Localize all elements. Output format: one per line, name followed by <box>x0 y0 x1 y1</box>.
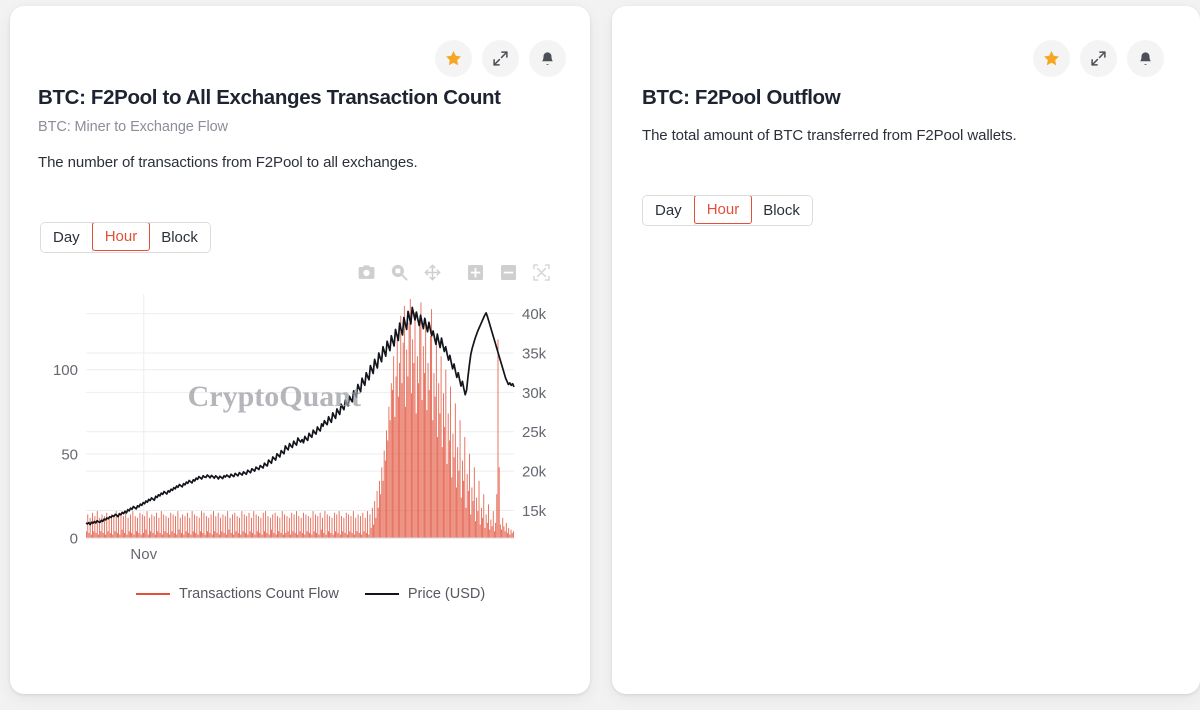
expand-button[interactable] <box>482 40 519 77</box>
card-description: The total amount of BTC transferred from… <box>642 127 1017 144</box>
legend-swatch-line-icon <box>136 593 170 595</box>
y-axis-right-tick-label: 30k <box>522 385 547 402</box>
page-title: BTC: F2Pool to All Exchanges Transaction… <box>38 86 501 110</box>
resolution-option-block[interactable]: Block <box>149 223 210 252</box>
card-description: The number of transactions from F2Pool t… <box>38 154 418 171</box>
legend-label: Transactions Count Flow <box>179 586 339 602</box>
legend-item[interactable]: Price (USD) <box>365 586 485 602</box>
card-header-actions <box>435 40 566 77</box>
y-axis-right-tick-label: 40k <box>522 306 547 323</box>
resolution-option-block[interactable]: Block <box>751 196 812 225</box>
y-axis-left-tick-label: 100 <box>53 362 78 379</box>
card-subtitle: BTC: Miner to Exchange Flow <box>38 119 228 135</box>
x-axis-tick-label: Nov <box>130 546 157 563</box>
cryptoquant-watermark: CryptoQuant <box>188 380 361 413</box>
resolution-toggle[interactable]: DayHourBlock <box>40 222 211 253</box>
y-axis-left-tick-label: 0 <box>70 531 78 548</box>
bell-icon <box>1137 50 1154 68</box>
legend-swatch-line-icon <box>365 593 399 595</box>
favorite-button[interactable] <box>435 40 472 77</box>
expand-button[interactable] <box>1080 40 1117 77</box>
page-title: BTC: F2Pool Outflow <box>642 86 840 110</box>
y-axis-right-tick-label: 35k <box>522 346 547 363</box>
favorite-button[interactable] <box>1033 40 1070 77</box>
chart-card-f2pool-tx-count: BTC: F2Pool to All Exchanges Transaction… <box>10 6 590 694</box>
y-axis-left-tick-label: 50 <box>61 446 78 463</box>
legend-label: Price (USD) <box>408 586 485 602</box>
resolution-option-day[interactable]: Day <box>643 196 695 225</box>
page-root: BTC: F2Pool to All Exchanges Transaction… <box>0 0 1200 710</box>
expand-icon <box>492 50 509 67</box>
resolution-option-hour[interactable]: Hour <box>92 222 151 251</box>
y-axis-right-tick-label: 20k <box>522 464 547 481</box>
card-header-actions <box>1033 40 1164 77</box>
star-icon <box>444 49 463 68</box>
alert-button[interactable] <box>529 40 566 77</box>
resolution-option-day[interactable]: Day <box>41 223 93 252</box>
resolution-option-hour[interactable]: Hour <box>694 195 753 224</box>
legend-item[interactable]: Transactions Count Flow <box>136 586 339 602</box>
chart-legend: Transactions Count Flow Price (USD) <box>136 586 485 602</box>
resolution-toggle[interactable]: DayHourBlock <box>642 195 813 226</box>
chart-plot-area[interactable]: 0 50 100 15k 20k 25k 30k 35k 40k Nov CryptoQuant <box>24 278 586 578</box>
star-icon <box>1042 49 1061 68</box>
chart-card-f2pool-outflow: BTC: F2Pool Outflow The total amount of … <box>612 6 1200 694</box>
bell-icon <box>539 50 556 68</box>
y-axis-right-tick-label: 25k <box>522 424 547 441</box>
expand-icon <box>1090 50 1107 67</box>
bar-series-transactions-count-flow <box>86 299 514 538</box>
alert-button[interactable] <box>1127 40 1164 77</box>
y-axis-right-tick-label: 15k <box>522 503 547 520</box>
